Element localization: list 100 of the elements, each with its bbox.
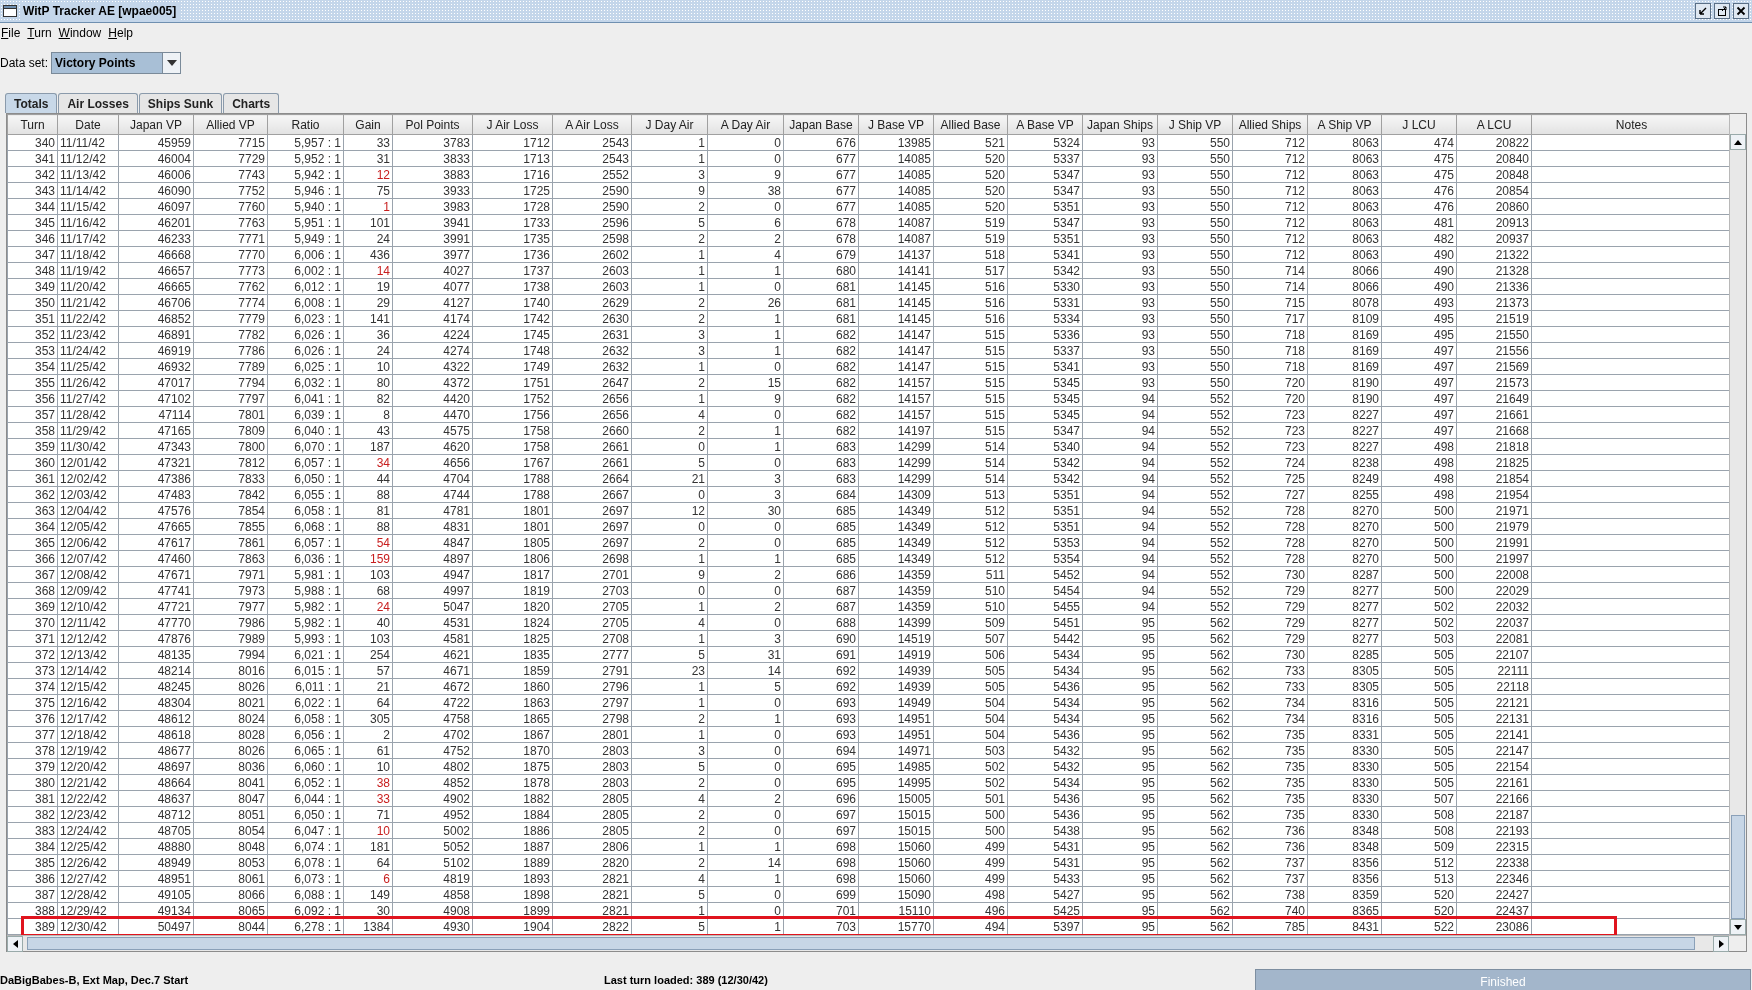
table-cell: 1725 [472, 182, 553, 199]
table-cell: 1820 [472, 598, 553, 615]
column-header[interactable]: Allied Base [933, 114, 1008, 135]
table-cell: 1 [631, 630, 708, 647]
table-cell: 81 [343, 502, 393, 519]
table-cell: 24 [343, 598, 393, 615]
column-header[interactable]: A Ship VP [1307, 114, 1382, 135]
column-header[interactable]: A LCU [1456, 114, 1532, 135]
table-cell: 3977 [392, 246, 473, 263]
table-cell: 7762 [193, 278, 268, 295]
table-cell: 93 [1082, 230, 1158, 247]
tab[interactable]: Totals [5, 93, 58, 113]
column-header[interactable]: Japan VP [118, 114, 194, 135]
table-cell: 5347 [1007, 422, 1083, 439]
tab[interactable]: Ships Sunk [138, 93, 223, 113]
table-cell: 22427 [1456, 886, 1532, 903]
table-cell: 8348 [1307, 838, 1382, 855]
menu-item[interactable]: Help [107, 24, 139, 42]
table-cell: 341 [7, 150, 58, 167]
table-cell: 46097 [118, 198, 194, 215]
table-cell: 2805 [552, 790, 632, 807]
table-cell: 6,052 : 1 [267, 774, 344, 791]
table-cell: 12/01/42 [57, 454, 119, 471]
table-cell: 8061 [193, 870, 268, 887]
table-cell: 12/27/42 [57, 870, 119, 887]
column-header[interactable]: Allied VP [193, 114, 268, 135]
table-cell: 21668 [1456, 422, 1532, 439]
minimize-button[interactable] [1695, 3, 1711, 19]
table-cell: 5337 [1007, 342, 1083, 359]
scrollbar-thumb[interactable] [1731, 815, 1745, 919]
column-header[interactable]: A Day Air [707, 114, 784, 135]
scroll-up-button[interactable] [1730, 134, 1746, 150]
close-button[interactable] [1733, 3, 1749, 19]
table-cell: 503 [933, 742, 1008, 759]
table-cell: 22111 [1456, 662, 1532, 679]
scroll-left-button[interactable] [7, 936, 23, 952]
table-cell: 48951 [118, 870, 194, 887]
table-cell: 95 [1082, 774, 1158, 791]
scroll-down-button[interactable] [1730, 919, 1746, 935]
table-cell: 22338 [1456, 854, 1532, 871]
table-cell: 5436 [1007, 806, 1083, 823]
table-cell: 389 [7, 918, 58, 935]
table-cell: 1758 [472, 422, 553, 439]
table-cell: 351 [7, 310, 58, 327]
column-header[interactable]: Ratio [267, 114, 344, 135]
table-cell: 8330 [1307, 758, 1382, 775]
table-cell: 14971 [858, 742, 934, 759]
column-header[interactable]: A Air Loss [552, 114, 632, 135]
table-cell: 374 [7, 678, 58, 695]
table-cell: 687 [783, 582, 859, 599]
tab[interactable]: Air Losses [58, 93, 138, 113]
table-cell: 685 [783, 518, 859, 535]
table-cell: 490 [1381, 278, 1457, 295]
table-cell: 30 [707, 502, 784, 519]
column-header[interactable]: Gain [343, 114, 393, 135]
column-header[interactable]: Date [57, 114, 119, 135]
table-cell: 552 [1157, 534, 1233, 551]
table-cell: 5,988 : 1 [267, 582, 344, 599]
tab[interactable]: Charts [223, 93, 280, 113]
table-cell: 2 [631, 534, 708, 551]
table-cell: 2 [631, 854, 708, 871]
column-header[interactable]: Allied Ships [1232, 114, 1308, 135]
column-header[interactable]: J Air Loss [472, 114, 553, 135]
scrollbar-thumb[interactable] [27, 937, 1695, 950]
table-cell: 497 [1381, 342, 1457, 359]
column-header[interactable]: Notes [1531, 114, 1729, 135]
column-header[interactable]: J Ship VP [1157, 114, 1233, 135]
table-cell: 7855 [193, 518, 268, 535]
scroll-right-button[interactable] [1713, 936, 1729, 952]
table-cell: 2647 [552, 374, 632, 391]
column-header[interactable]: J Base VP [858, 114, 934, 135]
column-header[interactable]: J Day Air [631, 114, 708, 135]
table-cell: 7770 [193, 246, 268, 263]
column-header[interactable]: Japan Base [783, 114, 859, 135]
table-cell: 505 [1381, 678, 1457, 695]
column-header[interactable]: Turn [7, 114, 58, 135]
column-header[interactable]: J LCU [1381, 114, 1457, 135]
data-set-dropdown[interactable]: Victory Points [51, 52, 182, 74]
table-cell: 22008 [1456, 566, 1532, 583]
table-cell: 5 [631, 886, 708, 903]
maximize-button[interactable] [1714, 3, 1730, 19]
table-cell: 5,993 : 1 [267, 630, 344, 647]
table-cell: 2602 [552, 246, 632, 263]
table-cell: 2 [343, 726, 393, 743]
menu-item[interactable]: File [0, 24, 27, 42]
table-cell: 47665 [118, 518, 194, 535]
table-cell: 5324 [1007, 134, 1083, 151]
table-cell: 93 [1082, 198, 1158, 215]
column-header[interactable]: Pol Points [392, 114, 473, 135]
table-cell: 12/04/42 [57, 502, 119, 519]
table-cell: 47460 [118, 550, 194, 567]
table-cell: 677 [783, 198, 859, 215]
column-header[interactable]: A Base VP [1007, 114, 1083, 135]
table-cell: 3933 [392, 182, 473, 199]
menu-item[interactable]: Turn [26, 24, 58, 42]
menu-item[interactable]: Window [57, 24, 108, 42]
column-header[interactable]: Japan Ships [1082, 114, 1158, 135]
table-cell: 562 [1157, 870, 1233, 887]
table-cell: 727 [1232, 486, 1308, 503]
table-cell: 8036 [193, 758, 268, 775]
